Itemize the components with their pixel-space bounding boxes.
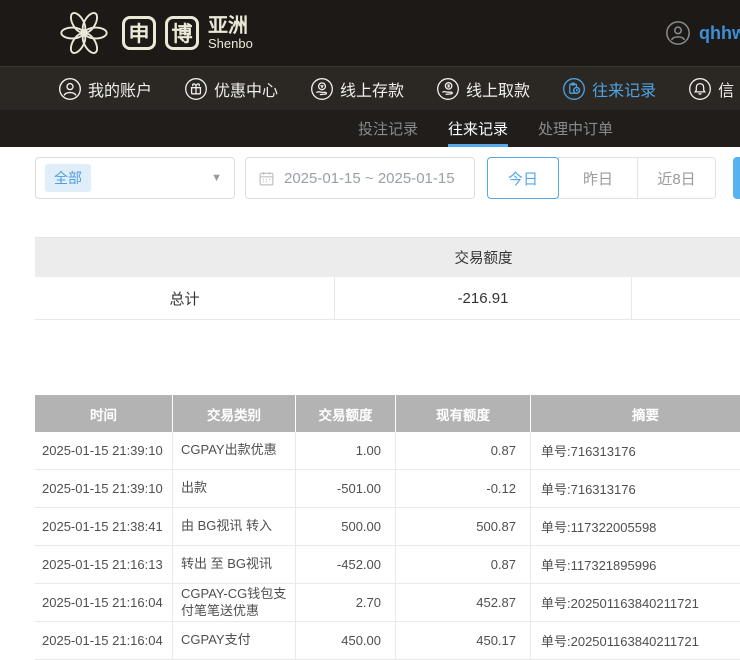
col-header-balance: 现有额度 [395,395,530,432]
logo-char-1: 申 [122,16,156,50]
col-header-time: 时间 [35,395,172,432]
cell-balance: 0.87 [395,432,530,470]
last-8-days-button[interactable]: 近8日 [637,157,716,199]
cell-time: 2025-01-15 21:16:13 [35,546,172,584]
gift-icon [184,77,208,101]
cell-type: CGPAY出款优惠 [172,432,295,470]
chevron-down-icon: ▼ [211,172,222,184]
summary-total-label: 总计 [35,277,335,320]
nav-label: 优惠中心 [214,77,278,101]
nav-label: 线上取款 [466,77,530,101]
summary-header-empty [35,238,335,277]
summary-header-amount: 交易额度 [335,238,632,277]
summary-table: 交易额度 总计 -216.91 [35,237,740,320]
cell-balance: 500.87 [395,508,530,546]
table-row: 2025-01-15 21:16:04 CGPAY-CG钱包支付笔笔送优惠 2.… [35,584,740,622]
nav-item-deposit[interactable]: 线上存款 [310,77,404,101]
nav-label: 线上存款 [340,77,404,101]
cell-time: 2025-01-15 21:16:04 [35,584,172,622]
deposit-icon [310,77,334,101]
date-range-input[interactable]: 2025-01-15 ~ 2025-01-15 [245,157,475,199]
nav-item-withdraw[interactable]: 线上取款 [436,77,530,101]
top-brand-bar: 申 博 亚洲 Shenbo qhhw [0,0,740,66]
cell-amount: 1.00 [295,432,395,470]
cell-time: 2025-01-15 21:16:04 [35,622,172,660]
cell-balance: -0.12 [395,470,530,508]
table-row: 2025-01-15 21:39:10 出款 -501.00 -0.12 单号:… [35,470,740,508]
tab-processing-orders[interactable]: 处理中订单 [538,110,613,147]
user-icon [58,77,82,101]
summary-total-empty [632,277,740,320]
table-row: 2025-01-15 21:39:10 CGPAY出款优惠 1.00 0.87 … [35,432,740,470]
cell-amount: 450.00 [295,622,395,660]
tab-transaction-records[interactable]: 往来记录 [448,110,508,147]
cell-memo: 单号:117321895996 [530,546,740,584]
summary-header-empty-2 [632,238,740,277]
cell-amount: -452.00 [295,546,395,584]
transactions-table: 时间 交易类别 交易额度 现有额度 摘要 2025-01-15 21:39:10… [35,395,740,660]
username: qhhw [699,23,740,44]
cell-time: 2025-01-15 21:39:10 [35,470,172,508]
cell-memo: 单号:716313176 [530,432,740,470]
cell-balance: 452.87 [395,584,530,622]
table-row: 2025-01-15 21:38:41 由 BG视讯 转入 500.00 500… [35,508,740,546]
cell-amount: 2.70 [295,584,395,622]
table-row: 2025-01-15 21:16:13 转出 至 BG视讯 -452.00 0.… [35,546,740,584]
date-range-value: 2025-01-15 ~ 2025-01-15 [284,170,455,187]
cell-memo: 单号:202501163840211721 [530,622,740,660]
tab-betting-records[interactable]: 投注记录 [358,110,418,147]
nav-item-messages[interactable]: 信 [688,77,734,101]
type-selected-chip: 全部 [45,164,91,192]
today-button[interactable]: 今日 [487,157,559,199]
brand-region: 亚洲 [208,16,253,37]
cell-type: CGPAY支付 [172,622,295,660]
nav-label: 往来记录 [592,77,656,101]
records-icon [562,77,586,101]
cell-amount: 500.00 [295,508,395,546]
table-header-row: 时间 交易类别 交易额度 现有额度 摘要 [35,395,740,432]
user-avatar-icon [665,20,691,46]
cell-memo: 单号:202501163840211721 [530,584,740,622]
brand-subtitle: Shenbo [208,37,253,51]
calendar-icon [258,170,275,187]
nav-label: 我的账户 [88,77,152,101]
summary-header-row: 交易额度 [35,237,740,277]
user-account[interactable]: qhhw [665,0,740,66]
col-header-memo: 摘要 [530,395,740,432]
withdraw-icon [436,77,460,101]
summary-total-value: -216.91 [335,277,632,320]
brand-logo[interactable]: 申 博 亚洲 Shenbo [55,0,253,66]
cell-type: 转出 至 BG视讯 [172,546,295,584]
cell-memo: 单号:117322005598 [530,508,740,546]
sub-tab-bar: 投注记录 往来记录 处理中订单 [0,110,740,147]
bell-icon [688,77,712,101]
main-nav: 我的账户 优惠中心 线上存款 线上取款 [0,66,740,110]
search-button[interactable] [733,157,740,199]
cell-balance: 0.87 [395,546,530,584]
type-select[interactable]: 全部 ▼ [35,157,235,199]
cell-type: 由 BG视讯 转入 [172,508,295,546]
cell-time: 2025-01-15 21:39:10 [35,432,172,470]
nav-label: 信 [718,77,734,101]
table-row: 2025-01-15 21:16:04 CGPAY支付 450.00 450.1… [35,622,740,660]
cell-balance: 450.17 [395,622,530,660]
nav-item-promotions[interactable]: 优惠中心 [184,77,278,101]
cell-type: 出款 [172,470,295,508]
cell-type: CGPAY-CG钱包支付笔笔送优惠 [172,584,295,622]
nav-item-my-account[interactable]: 我的账户 [58,77,152,101]
flower-logo-icon [55,4,113,62]
col-header-type: 交易类别 [172,395,295,432]
quick-date-buttons: 今日 昨日 近8日 [487,157,716,199]
yesterday-button[interactable]: 昨日 [558,157,638,199]
cell-time: 2025-01-15 21:38:41 [35,508,172,546]
col-header-amount: 交易额度 [295,395,395,432]
summary-total-row: 总计 -216.91 [35,277,740,320]
cell-amount: -501.00 [295,470,395,508]
nav-item-records[interactable]: 往来记录 [562,77,656,101]
cell-memo: 单号:716313176 [530,470,740,508]
logo-char-2: 博 [165,16,199,50]
